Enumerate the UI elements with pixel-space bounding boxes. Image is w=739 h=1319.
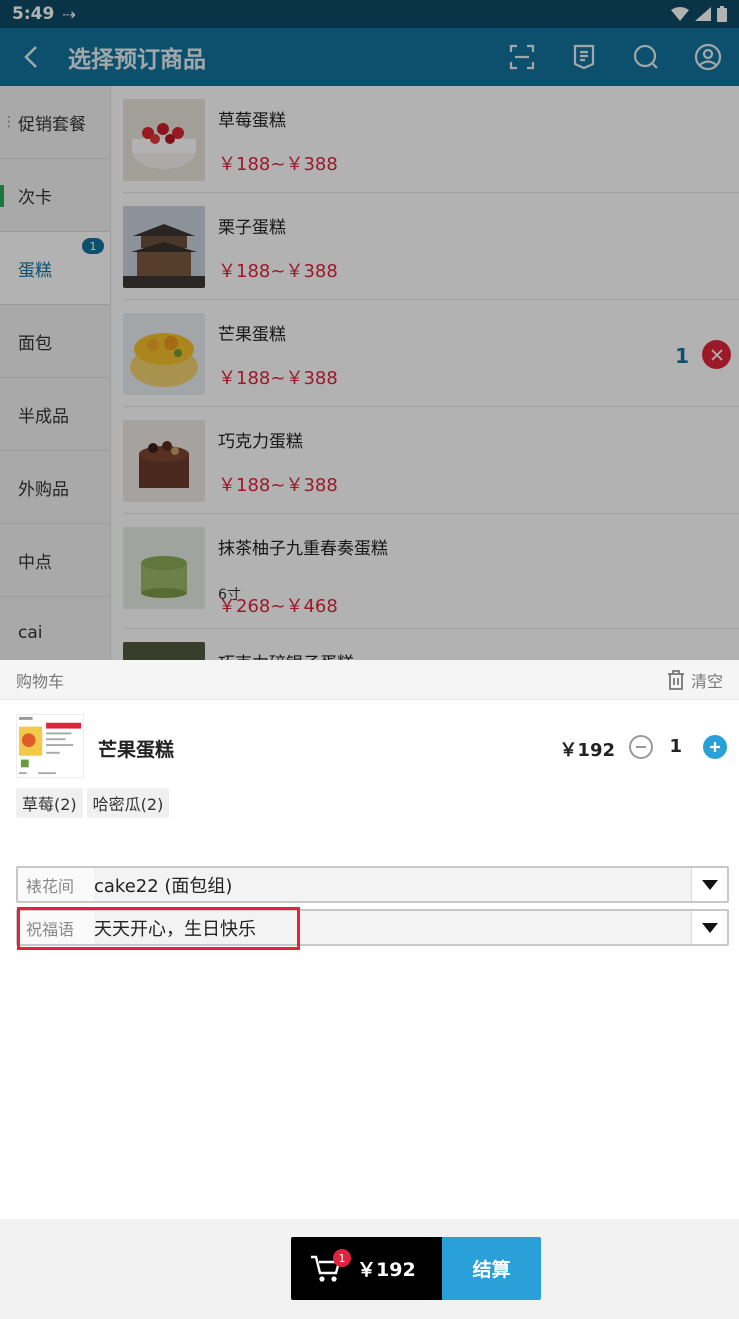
sync-icon: ⇢ [62,4,76,24]
caret-down-icon [701,879,718,890]
caret-down-icon [701,922,718,933]
product-list: 草莓蛋糕 ￥188~￥388 栗子蛋糕 ￥188~￥388 芒果蛋糕 ￥188~… [111,86,739,660]
close-icon [710,348,723,361]
product-image [123,313,205,395]
product-price: ￥268~￥468 [218,596,338,617]
page-title: 选择预订商品 [68,47,206,73]
cart-header: 购物车 清空 [0,660,739,700]
cart-title: 购物车 [16,671,65,691]
category-sidebar: ⋮⋮ 促销套餐 次卡 蛋糕 1 面包 半成品 外购品 中点 cai [0,86,111,660]
product-item[interactable]: 巧克力碎银子蛋糕 [123,629,739,660]
sidebar-item-promo[interactable]: ⋮⋮ 促销套餐 [0,86,110,159]
cart-footer: 1 ￥192 结算 [0,1219,739,1319]
increase-button[interactable] [703,735,727,759]
option-tags: 草莓(2) 哈密瓜(2) [16,788,170,818]
trash-icon [667,669,684,690]
green-marker [0,185,4,207]
sidebar-item-bread[interactable]: 面包 [0,305,110,378]
sidebar-item-cai[interactable]: cai [0,597,110,660]
checkout-bar: 1 ￥192 结算 [291,1237,541,1300]
checkout-button[interactable]: 结算 [442,1237,541,1300]
minus-icon [636,746,646,748]
option-tag[interactable]: 哈密瓜(2) [86,788,170,818]
product-item[interactable]: 草莓蛋糕 ￥188~￥388 [123,86,739,193]
product-name: 巧克力碎银子蛋糕 [218,649,354,660]
product-price: ￥188~￥388 [218,368,338,389]
back-button[interactable] [0,28,62,86]
product-price: ￥188~￥388 [218,154,338,175]
search-button[interactable] [615,28,677,86]
decorator-label: 裱花间 [18,868,94,901]
product-image [123,642,205,660]
cart-item: 芒果蛋糕 ￥192 1 草莓(2) 哈密瓜(2) 裱花间 cake22 (面包组… [16,700,729,950]
cart-item-price: ￥192 [559,740,615,761]
sidebar-item-label: 次卡 [18,187,52,208]
sidebar-item-label: cai [18,623,43,643]
product-item[interactable]: 芒果蛋糕 ￥188~￥388 1 [123,300,739,407]
greeting-select[interactable]: 祝福语 天天开心，生日快乐 [16,909,729,946]
cart-item-image [16,714,84,778]
product-price: ￥188~￥388 [218,261,338,282]
product-name: 栗子蛋糕 [218,218,286,238]
option-tag[interactable]: 草莓(2) [16,788,83,818]
product-name: 抹茶柚子九重春奏蛋糕 [218,539,388,559]
product-item[interactable]: 栗子蛋糕 ￥188~￥388 [123,193,739,300]
sidebar-item-label: 半成品 [18,406,69,427]
product-item[interactable]: 抹茶柚子九重春奏蛋糕 6寸 ￥268~￥468 [123,514,739,629]
sidebar-item-label: 蛋糕 [18,260,52,281]
cart-item-name: 芒果蛋糕 [98,739,175,761]
sidebar-item-label: 外购品 [18,479,69,500]
product-qty: 1 [675,344,689,368]
sidebar-item-external[interactable]: 外购品 [0,451,110,524]
product-name: 芒果蛋糕 [218,325,286,345]
remove-button[interactable] [702,340,731,369]
product-name: 草莓蛋糕 [218,111,286,131]
cart-total[interactable]: 1 ￥192 [291,1237,442,1300]
orders-button[interactable] [553,28,615,86]
signal-icon [695,7,711,21]
profile-button[interactable] [677,28,739,86]
decrease-button[interactable] [629,735,653,759]
product-price: ￥188~￥388 [218,475,338,496]
receipt-icon [573,44,595,70]
search-icon [633,44,658,69]
dropdown-button[interactable] [691,868,727,901]
scan-icon [509,44,535,70]
count-badge: 1 [82,238,104,254]
greeting-label: 祝福语 [18,911,94,944]
product-browser: ⋮⋮ 促销套餐 次卡 蛋糕 1 面包 半成品 外购品 中点 cai 草莓蛋糕 ￥… [0,86,739,660]
battery-icon [717,6,727,22]
greeting-value: 天天开心，生日快乐 [94,911,691,944]
product-image [123,527,205,609]
plus-icon [710,742,720,752]
product-image [123,420,205,502]
product-item[interactable]: 巧克力蛋糕 ￥188~￥388 [123,407,739,514]
total-amount: ￥192 [357,1259,416,1281]
sidebar-item-card[interactable]: 次卡 [0,159,110,232]
status-bar: 5:49 ⇢ [0,0,739,28]
sidebar-item-label: 中点 [18,552,52,573]
back-arrow-icon [24,46,37,68]
sidebar-item-cake[interactable]: 蛋糕 1 [0,232,110,305]
product-image [123,99,205,181]
decorator-value: cake22 (面包组) [94,868,691,901]
sidebar-item-dimsum[interactable]: 中点 [0,524,110,597]
clear-cart-button[interactable]: 清空 [667,668,723,692]
app-header: 选择预订商品 [0,28,739,86]
status-time: 5:49 [12,4,55,24]
cart-count-badge: 1 [333,1249,351,1267]
decorator-select[interactable]: 裱花间 cake22 (面包组) [16,866,729,903]
user-icon [694,43,722,71]
dropdown-button[interactable] [691,911,727,944]
product-name: 巧克力蛋糕 [218,432,303,452]
sidebar-item-semi[interactable]: 半成品 [0,378,110,451]
product-image [123,206,205,288]
scan-button[interactable] [491,28,553,86]
drag-handle-icon: ⋮⋮ [2,114,30,130]
cart-item-qty: 1 [669,736,682,757]
cart-sheet: 购物车 清空 芒果蛋糕 ￥192 1 草莓(2) 哈密瓜(2) 裱花间 cake… [0,660,739,1319]
sidebar-item-label: 面包 [18,333,52,354]
clear-label: 清空 [690,671,723,691]
wifi-icon [671,7,689,21]
